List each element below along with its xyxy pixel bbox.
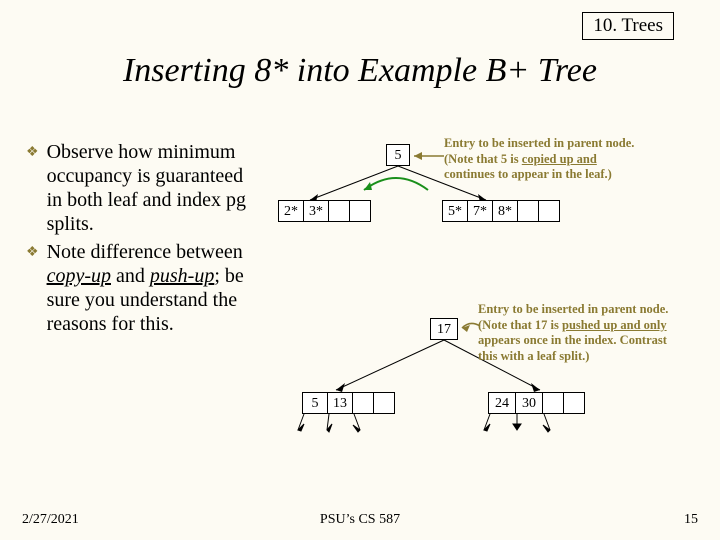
note-line: pushed up and only: [562, 318, 667, 332]
annotation-copy-up: Entry to be inserted in parent node. (No…: [444, 136, 706, 183]
leaf-cell-empty: [538, 200, 560, 222]
parent-key-cell: 17: [430, 318, 458, 340]
footer-page-number: 15: [684, 512, 698, 528]
bullet-em: push-up: [150, 265, 214, 287]
leaf-cell-empty: [517, 200, 539, 222]
note-line: appears once in the index. Contrast: [478, 333, 667, 347]
bullet-list: ❖ Observe how minimum occupancy is guara…: [26, 140, 246, 340]
bullet-marker-icon: ❖: [26, 245, 39, 336]
index-cell: 24: [488, 392, 516, 414]
bullet-marker-icon: ❖: [26, 145, 39, 236]
note-line: Entry to be inserted in parent node.: [478, 302, 668, 316]
note-line: (Note that 17 is: [478, 318, 559, 332]
index-cell: 30: [515, 392, 543, 414]
annotation-arrow-icon: [410, 150, 446, 162]
index-cell-empty: [563, 392, 585, 414]
bullet-span: and: [111, 265, 150, 287]
leaf-cell: 3*: [303, 200, 329, 222]
note-line: this with a leaf split.): [478, 349, 589, 363]
note-line: continues to appear in the leaf.): [444, 167, 612, 181]
slide-title: Inserting 8* into Example B+ Tree: [0, 52, 720, 90]
index-cell-empty: [373, 392, 395, 414]
index-cell-empty: [542, 392, 564, 414]
bullet-text: Observe how minimum occupancy is guarant…: [47, 140, 246, 236]
leaf-cell-empty: [349, 200, 371, 222]
bullet-item: ❖ Observe how minimum occupancy is guara…: [26, 140, 246, 236]
index-cell: 13: [327, 392, 353, 414]
child-pointers-icon: [298, 414, 598, 436]
leaf-cell-empty: [328, 200, 350, 222]
bullet-em: copy-up: [47, 265, 111, 287]
leaf-cell: 7*: [467, 200, 493, 222]
bullet-text: Note difference between copy-up and push…: [47, 240, 246, 336]
leaf-cell: 2*: [278, 200, 304, 222]
footer-course: PSU’s CS 587: [0, 512, 720, 528]
chapter-tag: 10. Trees: [582, 12, 674, 40]
leaf-cell: 8*: [492, 200, 518, 222]
diagram-area: 5 2* 3* 5* 7* 8* Entry to be inserted in…: [258, 136, 708, 496]
bullet-item: ❖ Note difference between copy-up and pu…: [26, 240, 246, 336]
leaf-cell: 5*: [442, 200, 468, 222]
note-line: Entry to be inserted in parent node.: [444, 136, 634, 150]
index-cell-empty: [352, 392, 374, 414]
parent-key-cell: 5: [386, 144, 410, 166]
note-line: copied up and: [522, 152, 597, 166]
index-cell: 5: [302, 392, 328, 414]
annotation-push-up: Entry to be inserted in parent node. (No…: [478, 302, 710, 365]
note-line: (Note that 5 is: [444, 152, 519, 166]
bullet-span: Note difference between: [47, 241, 243, 263]
annotation-arrow-icon: [458, 320, 482, 334]
